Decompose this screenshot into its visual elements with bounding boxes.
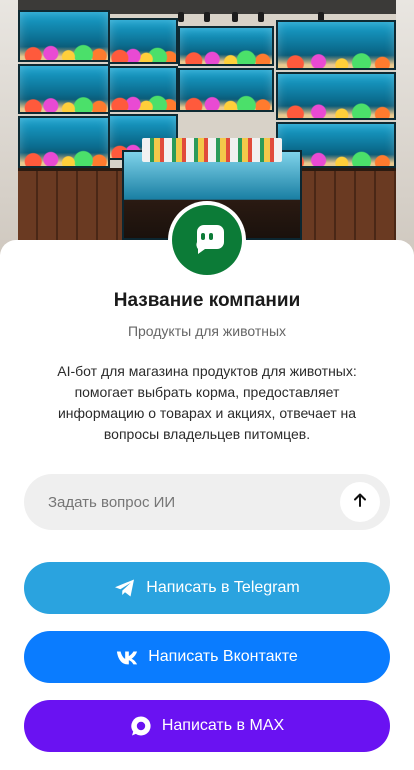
ceiling-light [178, 12, 184, 22]
hero-wall-left [0, 0, 18, 262]
ceiling-light [204, 12, 210, 22]
telegram-button[interactable]: Написать в Telegram [24, 562, 390, 614]
telegram-icon [114, 577, 136, 599]
aquarium-tank [108, 66, 178, 112]
max-button[interactable]: Написать в MAX [24, 700, 390, 752]
aquarium-tank [18, 64, 110, 114]
ask-ai-input[interactable] [48, 474, 348, 530]
aquarium-tank [108, 18, 178, 64]
hero-wall-right [396, 0, 414, 262]
max-button-label: Написать в MAX [161, 717, 285, 734]
aquarium-tank [178, 68, 274, 112]
arrow-up-icon [352, 492, 368, 513]
product-boxes [142, 138, 282, 162]
ceiling-light [232, 12, 238, 22]
send-button[interactable] [340, 482, 380, 522]
aquarium-tank [18, 10, 110, 62]
chat-bot-icon [187, 218, 227, 263]
telegram-button-label: Написать в Telegram [146, 579, 300, 596]
aquarium-tank [178, 26, 274, 66]
avatar [172, 205, 242, 275]
ask-ai-field[interactable] [24, 474, 390, 530]
company-name: Название компании [113, 290, 301, 311]
aquarium-tank [18, 116, 110, 168]
vk-button[interactable]: Написать Вконтакте [24, 631, 390, 683]
aquarium-tank [276, 72, 396, 120]
vk-icon [116, 646, 138, 668]
company-description: AI-бот для магазина продуктов для животн… [57, 363, 357, 442]
max-icon [130, 715, 152, 737]
vk-button-label: Написать Вконтакте [148, 648, 298, 665]
ceiling-light [258, 12, 264, 22]
aquarium-tank [276, 20, 396, 70]
company-category: Продукты для животных [127, 323, 287, 339]
